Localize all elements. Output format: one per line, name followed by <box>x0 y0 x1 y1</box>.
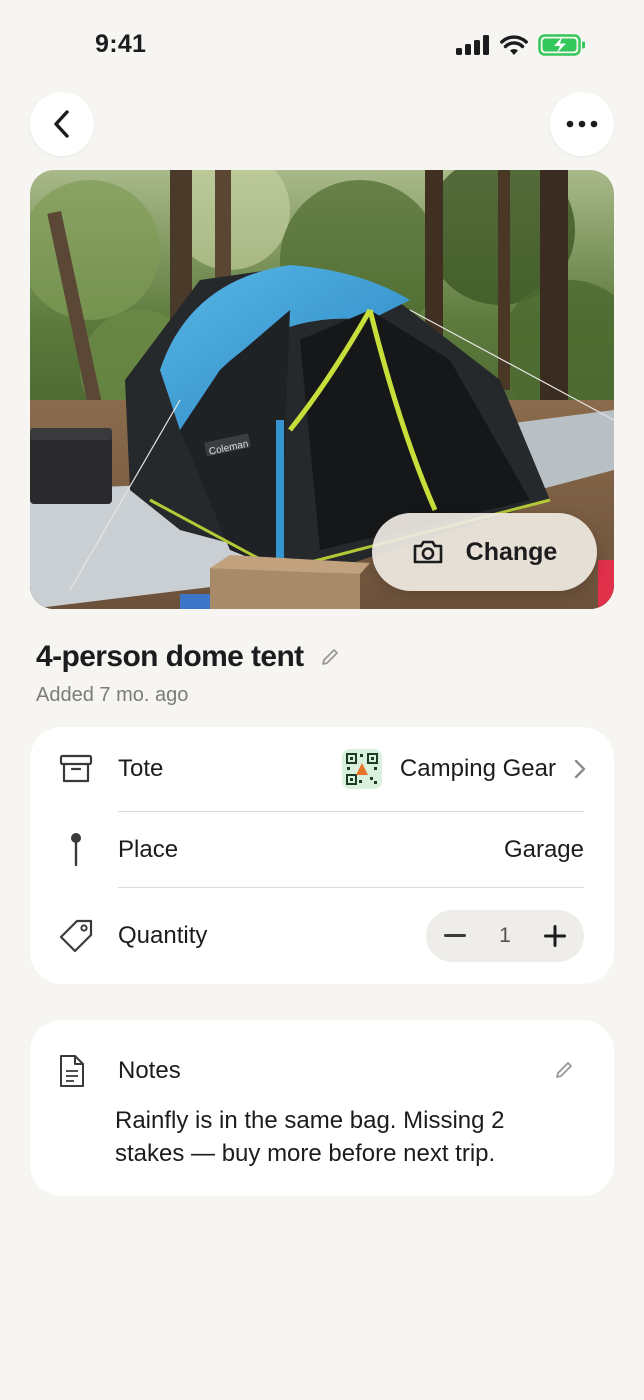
notes-label: Notes <box>118 1057 181 1084</box>
tag-icon <box>58 918 94 954</box>
added-timestamp: Added 7 mo. ago <box>36 684 189 706</box>
archive-box-icon <box>58 751 94 787</box>
camera-icon <box>413 540 442 564</box>
chevron-left-icon <box>54 110 69 138</box>
quantity-value: 1 <box>499 924 511 947</box>
quantity-label: Quantity <box>118 922 208 949</box>
wifi-icon <box>500 34 528 55</box>
status-icons <box>456 34 586 56</box>
details-card: Tote Camping Gear Place Garage Quantity … <box>30 727 614 984</box>
tote-name: Camping Gear <box>399 755 556 782</box>
tote-label: Tote <box>118 755 164 782</box>
item-title: 4-person dome tent <box>36 640 304 673</box>
notes-card[interactable]: Notes Rainfly is in the same bag. Missin… <box>30 1020 614 1196</box>
quantity-stepper: 1 <box>426 910 584 962</box>
back-button[interactable] <box>30 92 94 156</box>
more-options-button[interactable] <box>550 92 614 156</box>
pin-icon <box>58 832 94 868</box>
status-bar: 9:41 <box>0 0 644 95</box>
signal-icon <box>456 35 489 55</box>
change-photo-button[interactable]: Change <box>372 513 597 591</box>
ellipsis-icon <box>566 120 598 128</box>
place-value[interactable]: Garage <box>504 836 584 864</box>
qr-code-icon <box>341 749 382 789</box>
chevron-right-icon <box>574 759 586 779</box>
notes-header: Notes <box>30 1048 614 1094</box>
plus-icon[interactable] <box>544 925 566 947</box>
document-icon <box>58 1053 86 1094</box>
item-photo[interactable]: Coleman Change <box>30 170 614 609</box>
minus-icon[interactable] <box>444 934 466 938</box>
change-photo-label: Change <box>465 537 558 566</box>
title-row: 4-person dome tent <box>36 640 340 674</box>
tote-row[interactable]: Tote Camping Gear <box>30 727 614 811</box>
status-time: 9:41 <box>95 30 147 58</box>
battery-charging-icon <box>538 34 585 56</box>
edit-title-icon[interactable] <box>320 647 340 667</box>
place-row[interactable]: Place Garage <box>30 811 614 888</box>
notes-text: Rainfly is in the same bag. Missing 2 st… <box>115 1107 505 1167</box>
quantity-row: Quantity 1 <box>30 888 614 984</box>
tote-value[interactable]: Camping Gear <box>341 749 586 789</box>
edit-notes-icon[interactable] <box>554 1060 574 1080</box>
place-label: Place <box>118 835 179 863</box>
